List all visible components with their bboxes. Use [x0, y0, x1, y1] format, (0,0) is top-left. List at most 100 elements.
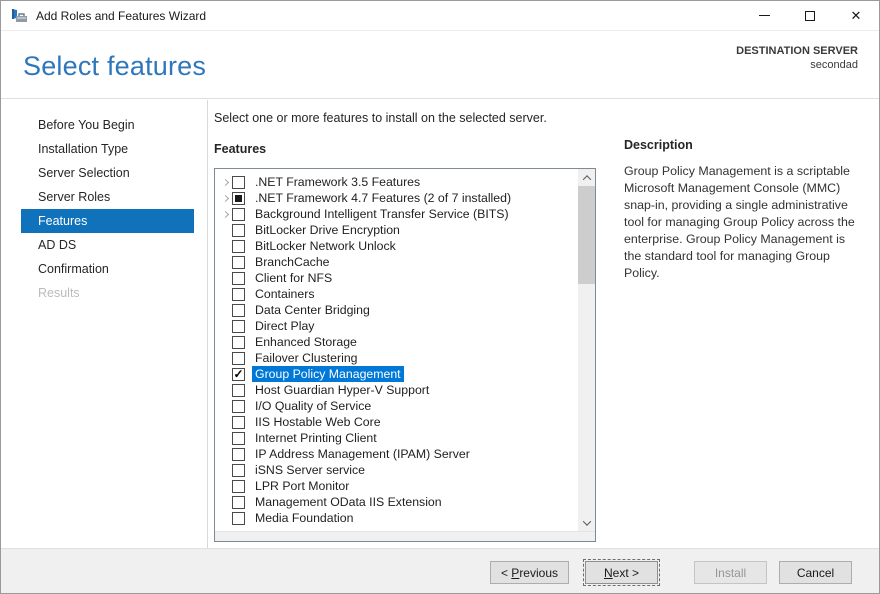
feature-label: Failover Clustering [252, 350, 361, 366]
cancel-button-label: Cancel [797, 566, 834, 580]
feature-row[interactable]: BitLocker Drive Encryption [215, 222, 577, 238]
feature-label: Enhanced Storage [252, 334, 360, 350]
feature-label: I/O Quality of Service [252, 398, 374, 414]
feature-row[interactable]: Media Foundation [215, 510, 577, 526]
feature-row[interactable]: Failover Clustering [215, 350, 577, 366]
feature-row[interactable]: Enhanced Storage [215, 334, 577, 350]
feature-row[interactable]: iSNS Server service [215, 462, 577, 478]
sidebar-item-installation-type[interactable]: Installation Type [1, 137, 207, 161]
expand-chevron-icon[interactable] [219, 212, 232, 217]
feature-checkbox[interactable] [232, 176, 245, 189]
minimize-icon [759, 15, 770, 16]
previous-button[interactable]: < Previous [490, 561, 569, 584]
scrollbar-thumb[interactable] [578, 186, 595, 284]
feature-label: Direct Play [252, 318, 317, 334]
feature-checkbox[interactable] [232, 208, 245, 221]
sidebar-item-ad-ds[interactable]: AD DS [1, 233, 207, 257]
close-button[interactable] [833, 1, 879, 30]
feature-label: Media Foundation [252, 510, 356, 526]
sidebar-item-features[interactable]: Features [21, 209, 194, 233]
feature-checkbox[interactable] [232, 336, 245, 349]
sidebar-item-confirmation[interactable]: Confirmation [1, 257, 207, 281]
feature-row[interactable]: BranchCache [215, 254, 577, 270]
feature-checkbox[interactable] [232, 480, 245, 493]
maximize-icon [805, 11, 815, 21]
instruction-text: Select one or more features to install o… [214, 111, 547, 125]
chevron-right-icon [222, 194, 229, 201]
feature-checkbox[interactable] [232, 224, 245, 237]
feature-row[interactable]: Background Intelligent Transfer Service … [215, 206, 577, 222]
feature-checkbox[interactable] [232, 416, 245, 429]
feature-row[interactable]: Management OData IIS Extension [215, 494, 577, 510]
previous-button-label: < [501, 566, 511, 580]
cancel-button[interactable]: Cancel [779, 561, 852, 584]
feature-label: Background Intelligent Transfer Service … [252, 206, 512, 222]
sidebar-item-before-you-begin[interactable]: Before You Begin [1, 113, 207, 137]
features-list: .NET Framework 3.5 Features.NET Framewor… [215, 174, 577, 530]
feature-checkbox[interactable] [232, 512, 245, 525]
feature-label: Management OData IIS Extension [252, 494, 445, 510]
feature-checkbox[interactable] [232, 320, 245, 333]
feature-checkbox[interactable] [232, 400, 245, 413]
maximize-button[interactable] [787, 1, 833, 30]
vertical-scrollbar[interactable] [578, 169, 595, 531]
feature-row[interactable]: IP Address Management (IPAM) Server [215, 446, 577, 462]
footer-bar: < Previous Next > Install Cancel [1, 548, 879, 593]
next-button[interactable]: Next > [585, 561, 658, 584]
feature-checkbox[interactable] [232, 304, 245, 317]
feature-row[interactable]: Containers [215, 286, 577, 302]
chevron-up-icon [582, 175, 590, 183]
feature-checkbox[interactable] [232, 256, 245, 269]
feature-checkbox[interactable] [232, 240, 245, 253]
feature-label: BitLocker Network Unlock [252, 238, 399, 254]
description-heading: Description [624, 138, 862, 152]
feature-row[interactable]: Internet Printing Client [215, 430, 577, 446]
feature-row[interactable]: IIS Hostable Web Core [215, 414, 577, 430]
feature-label: .NET Framework 3.5 Features [252, 174, 423, 190]
feature-checkbox[interactable] [232, 384, 245, 397]
destination-server-block: DESTINATION SERVER secondad [736, 44, 858, 72]
minimize-button[interactable] [741, 1, 787, 30]
chevron-right-icon [222, 210, 229, 217]
sidebar-item-results: Results [1, 281, 207, 305]
feature-row[interactable]: BitLocker Network Unlock [215, 238, 577, 254]
destination-server-label: DESTINATION SERVER [736, 44, 858, 58]
scrollbar-down-button[interactable] [578, 514, 595, 531]
feature-label: IP Address Management (IPAM) Server [252, 446, 473, 462]
feature-checkbox[interactable] [232, 464, 245, 477]
window-title: Add Roles and Features Wizard [36, 9, 206, 23]
footer-buttons: < Previous Next > Install Cancel [490, 561, 852, 584]
feature-row[interactable]: I/O Quality of Service [215, 398, 577, 414]
feature-row[interactable]: .NET Framework 3.5 Features [215, 174, 577, 190]
description-panel: Description Group Policy Management is a… [624, 138, 862, 282]
chevron-down-icon [582, 517, 590, 525]
features-list-label: Features [214, 142, 266, 156]
expand-chevron-icon[interactable] [219, 180, 232, 185]
feature-checkbox[interactable] [232, 448, 245, 461]
wizard-window: Add Roles and Features Wizard Select fea… [0, 0, 880, 594]
sidebar-item-server-selection[interactable]: Server Selection [1, 161, 207, 185]
feature-checkbox[interactable] [232, 496, 245, 509]
feature-row[interactable]: .NET Framework 4.7 Features (2 of 7 inst… [215, 190, 577, 206]
feature-row[interactable]: Group Policy Management [215, 366, 577, 382]
feature-label: BitLocker Drive Encryption [252, 222, 403, 238]
feature-checkbox[interactable] [232, 432, 245, 445]
feature-checkbox[interactable] [232, 368, 245, 381]
features-listbox: .NET Framework 3.5 Features.NET Framewor… [214, 168, 596, 542]
scrollbar-up-button[interactable] [578, 169, 595, 186]
sidebar-item-server-roles[interactable]: Server Roles [1, 185, 207, 209]
feature-row[interactable]: Host Guardian Hyper-V Support [215, 382, 577, 398]
feature-row[interactable]: Data Center Bridging [215, 302, 577, 318]
close-icon [851, 7, 862, 25]
feature-row[interactable]: Client for NFS [215, 270, 577, 286]
horizontal-scrollbar[interactable] [215, 531, 595, 541]
feature-row[interactable]: LPR Port Monitor [215, 478, 577, 494]
expand-chevron-icon[interactable] [219, 196, 232, 201]
feature-checkbox[interactable] [232, 288, 245, 301]
feature-checkbox[interactable] [232, 192, 245, 205]
feature-row[interactable]: Direct Play [215, 318, 577, 334]
feature-label: Group Policy Management [252, 366, 404, 382]
feature-checkbox[interactable] [232, 272, 245, 285]
feature-label: BranchCache [252, 254, 333, 270]
feature-checkbox[interactable] [232, 352, 245, 365]
